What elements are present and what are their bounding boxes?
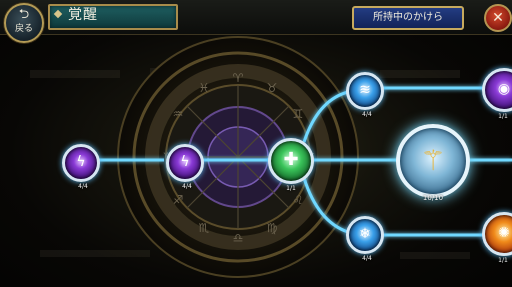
water-icon: ≋ [359, 82, 371, 98]
snowflake-icon: ❄ [359, 226, 371, 242]
node-level: 1/1 [498, 257, 508, 264]
node-ice[interactable]: ❄ 4/4 [346, 216, 384, 262]
svg-text:♈: ♈ [233, 71, 244, 85]
svg-text:♍: ♍ [267, 221, 278, 235]
zodiac-wheel: ♈♉♊ ♋♌♍ ♎♏♐ ♑♒♓ [117, 36, 359, 278]
fire-icon: ✺ [498, 225, 510, 241]
close-button[interactable]: ✕ [484, 4, 512, 32]
fragments-button-label: 所持中のかけら [373, 12, 443, 23]
node-level: 4/4 [182, 183, 192, 190]
staff-icon: ⚚ [420, 144, 446, 177]
node-water[interactable]: ≋ 4/4 [346, 72, 384, 118]
lightning-icon: ϟ [76, 154, 86, 170]
back-button[interactable]: ⮌ 戻る [4, 3, 44, 43]
fragments-button[interactable]: 所持中のかけら [352, 6, 464, 30]
node-fire-right[interactable]: ✺ 1/1 [482, 212, 512, 264]
svg-text:♉: ♉ [267, 81, 278, 95]
awakening-screen: ♈♉♊ ♋♌♍ ♎♏♐ ♑♒♓ ⮌ 戻る 覚醒 所持中のかけら [0, 0, 512, 287]
svg-text:♊: ♊ [293, 107, 304, 121]
svg-text:♌: ♌ [293, 193, 304, 207]
node-lightning-2[interactable]: ϟ 4/4 [166, 144, 204, 190]
node-level: 4/4 [362, 255, 372, 262]
node-staff-center[interactable]: ⚚ 10/10 [396, 124, 470, 202]
svg-text:♐: ♐ [173, 193, 184, 207]
back-arrow-icon: ⮌ [18, 7, 30, 22]
node-lightning-1[interactable]: ϟ 4/4 [62, 144, 100, 190]
node-heal[interactable]: ✚ 1/1 [268, 138, 314, 192]
back-label: 戻る [14, 24, 33, 34]
page-title: 覚醒 [68, 7, 98, 23]
svg-text:♏: ♏ [199, 221, 210, 235]
vortex-icon: ◉ [497, 81, 511, 97]
close-icon: ✕ [492, 10, 504, 26]
node-level: 4/4 [78, 183, 88, 190]
svg-text:♎: ♎ [233, 231, 244, 245]
node-dark-right[interactable]: ◉ 1/1 [482, 68, 512, 120]
lightning-icon: ϟ [180, 154, 190, 170]
svg-text:♒: ♒ [173, 107, 184, 121]
node-level: 4/4 [362, 111, 372, 118]
svg-text:♓: ♓ [199, 81, 210, 95]
node-level: 10/10 [422, 194, 444, 202]
node-level: 1/1 [286, 185, 296, 192]
node-level: 1/1 [498, 113, 508, 120]
heal-cross-icon: ✚ [283, 149, 299, 170]
